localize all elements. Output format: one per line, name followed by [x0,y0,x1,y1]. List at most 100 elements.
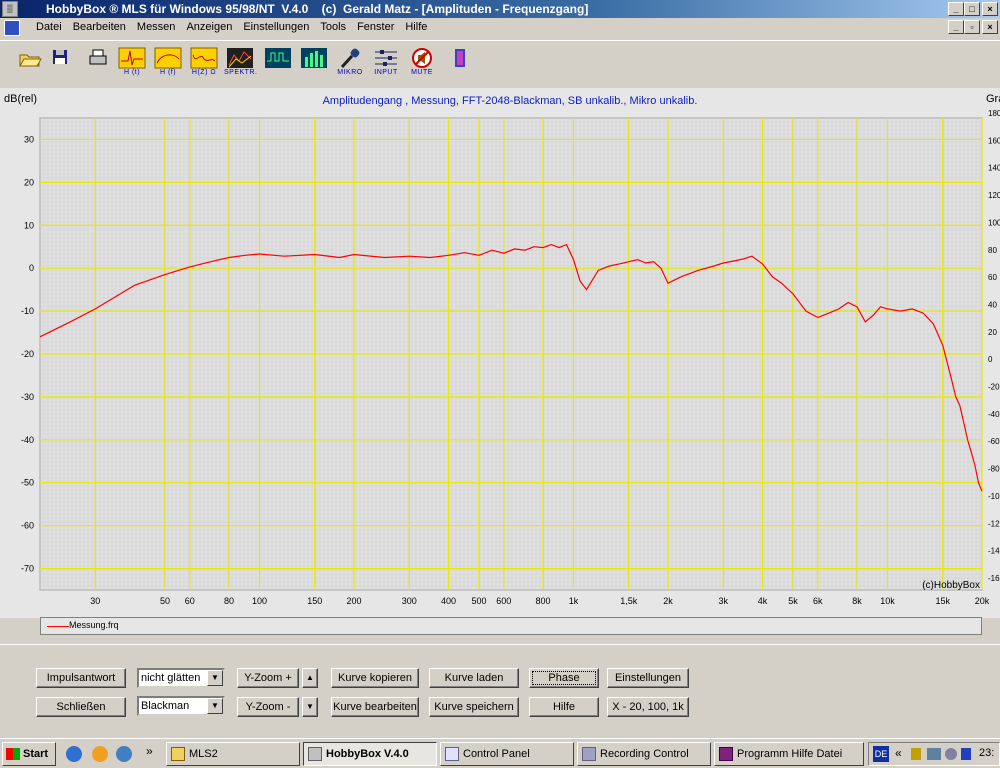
smoothing-value: nicht glätten [141,672,201,684]
x-tick-label: 2k [663,596,673,606]
menu-item-hilfe[interactable]: Hilfe [405,21,427,33]
scroll-down-button[interactable]: ▼ [302,697,318,717]
y2-tick-label: -120 [988,519,1000,528]
mute-icon [412,48,432,68]
settings-button[interactable]: Einstellungen [607,668,689,688]
help-button[interactable]: Hilfe [529,697,599,717]
y-tick-label: -50 [21,478,34,488]
x-tick-label: 400 [441,596,456,606]
y-zoom-minus-button[interactable]: Y-Zoom - [237,697,299,717]
title-bar[interactable]: ▒ HobbyBox ® MLS für Windows 95/98/NT V.… [0,0,1000,18]
menu-bar: Datei Bearbeiten Messen Anzeigen Einstellung… [0,18,1000,38]
save-button[interactable] [44,45,76,81]
window-controls: _ □ × [948,2,998,16]
mute-button[interactable]: MUTE [406,45,438,81]
x-range-button[interactable]: X - 20, 100, 1k [607,697,689,717]
control-panel: Impulsantwort Schließen nicht glätten ▼ … [0,644,1000,738]
y2-tick-label: 60 [988,273,997,282]
menu-item-tools[interactable]: Tools [320,21,346,33]
menu-item-datei[interactable]: Datei [36,21,62,33]
input-button[interactable]: INPUT [370,45,402,81]
window-function-select[interactable]: Blackman ▼ [137,696,225,716]
impulse-response-button[interactable]: H (t) [116,45,148,81]
arrow-down-icon: ▼ [306,702,314,711]
menu-item-einstellungen[interactable]: Einstellungen [243,21,309,33]
close-text-button[interactable]: Schließen [36,697,126,717]
quicklaunch-more[interactable]: » [146,744,153,758]
level-meter-button[interactable] [298,45,330,81]
mdi-window-controls: _ ▫ × [948,20,998,34]
minimize-button[interactable]: _ [948,2,964,16]
menu-item-bearbeiten[interactable]: Bearbeiten [73,21,126,33]
lock-icon[interactable] [911,748,921,760]
system-tray: DE « 23: [868,742,1000,766]
maximize-button[interactable]: □ [964,2,980,16]
y2-tick-label: -140 [988,547,1000,556]
oscilloscope-icon [265,48,291,68]
menu-item-messen[interactable]: Messen [137,21,176,33]
spectrum-icon [227,48,253,68]
edit-curve-button[interactable]: Kurve bearbeiten [331,697,419,717]
y-tick-label: 30 [24,134,34,144]
door-exit-button[interactable] [444,45,476,81]
document-icon[interactable] [4,20,20,36]
open-button[interactable] [14,45,46,81]
microphone-button[interactable]: MIKRO [334,45,366,81]
spectrum-button[interactable]: SPEKTR. [224,45,257,81]
menu-item-fenster[interactable]: Fenster [357,21,394,33]
usb-icon[interactable] [961,748,971,760]
smoothing-select[interactable]: nicht glätten ▼ [137,668,225,688]
mdi-restore-button[interactable]: ▫ [964,20,980,34]
print-button[interactable] [82,45,114,81]
chevron-down-icon[interactable]: ▼ [207,670,223,686]
frequency-response-chart: 30 50 60 80 100 150 200 300 400 500 600 800 1k 1,5k 2k… [4,93,1000,606]
menu-item-anzeigen[interactable]: Anzeigen [186,21,232,33]
y2-axis-label: Gra [986,93,1000,105]
network-icon[interactable] [927,748,941,760]
task-hobbybox[interactable]: HobbyBox V.4.0 [303,742,437,766]
impulse-response-text-button[interactable]: Impulsantwort [36,668,126,688]
frequency-response-button[interactable]: H (f) [152,45,184,81]
x-tick-label: 1k [569,596,579,606]
task-recording-control[interactable]: Recording Control [577,742,711,766]
impedance-button[interactable]: H(Z) Ω [188,45,220,81]
x-tick-label: 15k [936,596,951,606]
task-mls2[interactable]: MLS2 [166,742,300,766]
mdi-minimize-button[interactable]: _ [948,20,964,34]
outlook-icon[interactable] [116,746,132,762]
x-tick-label: 8k [852,596,862,606]
chevron-down-icon[interactable]: ▼ [207,698,223,714]
clock-app-icon[interactable] [92,746,108,762]
x-tick-label: 10k [880,596,895,606]
task-help-file[interactable]: Programm Hilfe Datei [714,742,864,766]
task-label: Programm Hilfe Datei [737,748,843,760]
y2-tick-label: 0 [988,355,993,364]
load-curve-button[interactable]: Kurve laden [429,668,519,688]
save-curve-button[interactable]: Kurve speichern [429,697,519,717]
control-panel-icon [445,747,459,761]
y-zoom-plus-button[interactable]: Y-Zoom + [237,668,299,688]
impedance-label: H(Z) Ω [191,69,217,76]
scroll-up-button[interactable]: ▲ [302,668,318,688]
level-meter-icon [301,48,327,68]
y2-tick-label: -60 [988,437,1000,446]
language-indicator[interactable]: DE [873,746,889,762]
task-control-panel[interactable]: Control Panel [440,742,574,766]
volume-icon[interactable] [945,748,957,760]
oscilloscope-button[interactable] [262,45,294,81]
printer-icon [89,49,107,65]
x-tick-label: 80 [224,596,234,606]
window-title: HobbyBox ® MLS für Windows 95/98/NT V.4.… [46,2,589,16]
close-button[interactable]: × [982,2,998,16]
start-button[interactable]: Start [2,742,56,766]
tray-expand[interactable]: « [895,746,902,760]
x-tick-label: 4k [758,596,768,606]
mdi-close-button[interactable]: × [982,20,998,34]
browser-icon[interactable] [66,746,82,762]
microphone-icon [340,48,360,69]
phase-button[interactable]: Phase [529,668,599,688]
x-axis-ticks: 30 50 60 80 100 150 200 300 400 500 600 800 1k 1,5k 2k… [90,596,989,606]
app-icon[interactable]: ▒ [2,1,18,17]
copy-curve-button[interactable]: Kurve kopieren [331,668,419,688]
taskbar: Start » MLS2 HobbyBox V.4.0 Control Pane… [0,738,1000,768]
